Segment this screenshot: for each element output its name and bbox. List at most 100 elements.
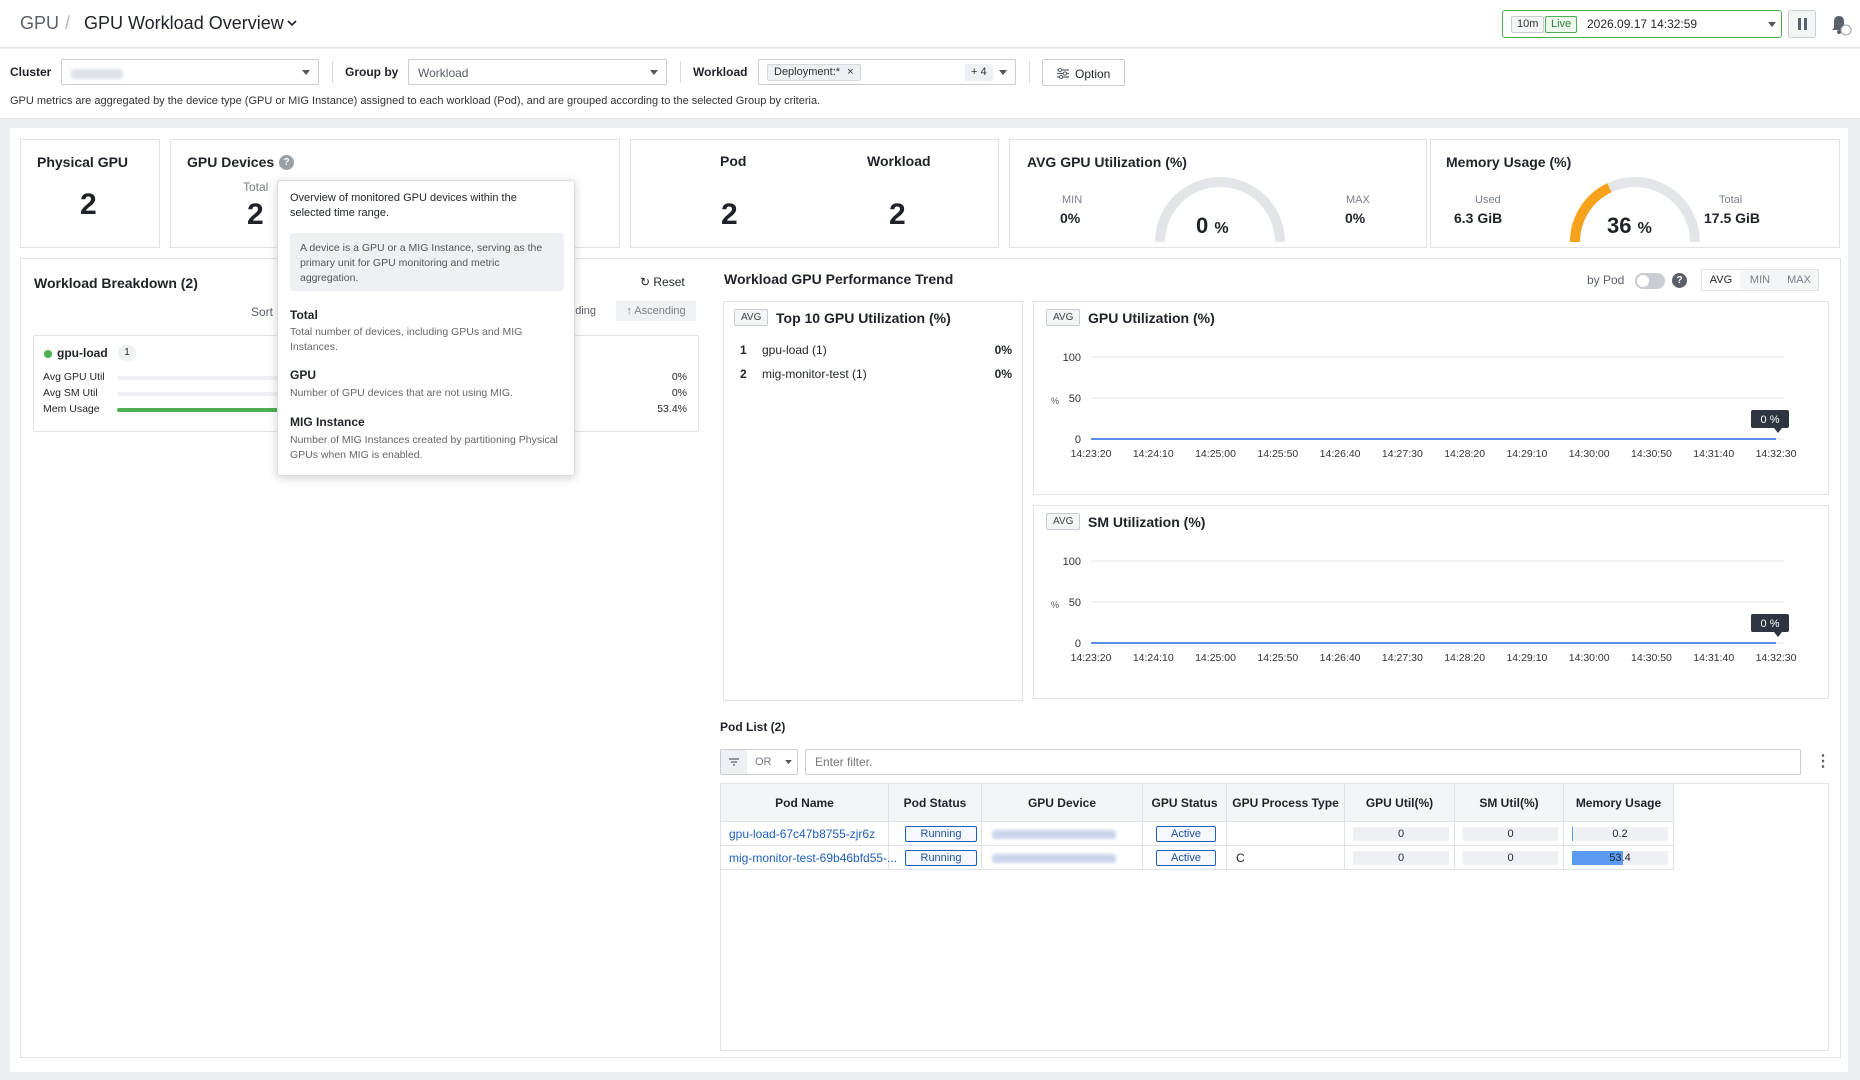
workload-label: Workload bbox=[693, 65, 748, 79]
live-badge[interactable]: Live bbox=[1545, 16, 1578, 33]
workload-chip-label: Deployment:* bbox=[774, 66, 841, 78]
y-tick-label: 0 bbox=[1075, 434, 1081, 446]
filter-operator-select[interactable]: OR bbox=[720, 749, 798, 775]
ascending-button[interactable]: ↑ Ascending bbox=[616, 301, 696, 321]
util-value: 53.4 bbox=[1609, 852, 1631, 864]
column-header[interactable]: GPU Process Type bbox=[1227, 784, 1345, 822]
gpu-util-chart: 100 50 0% 14:23:20 14:24:10 14:25:00 14:25:50 1… bbox=[1051, 352, 1797, 460]
time-range-badge[interactable]: 10m bbox=[1511, 16, 1545, 33]
util-bar-fill bbox=[1572, 827, 1573, 841]
notification-bell-icon[interactable] bbox=[1828, 12, 1852, 36]
column-header[interactable]: SM Util(%) bbox=[1455, 784, 1564, 822]
x-tick-label: 14:30:00 bbox=[1569, 448, 1610, 460]
last-value-label: 0 % bbox=[1761, 414, 1780, 426]
filter-bar: Cluster Group by Workload Workload Deplo… bbox=[0, 49, 1860, 119]
top10-card: AVG Top 10 GPU Utilization (%) 1 gpu-loa… bbox=[723, 301, 1023, 701]
breakdown-item-count: 1 bbox=[118, 345, 136, 361]
workload-chip[interactable]: Deployment:* × bbox=[767, 64, 861, 81]
top10-agg-tag: AVG bbox=[734, 309, 769, 326]
cluster-value-redacted bbox=[71, 68, 123, 82]
cluster-label: Cluster bbox=[10, 65, 52, 79]
sm-util-chart-card: AVG SM Utilization (%) 100 50 0% 14:23:20 14… bbox=[1033, 505, 1829, 699]
workload-more-count[interactable]: + 4 bbox=[965, 64, 993, 81]
performance-trend-panel: Workload GPU Performance Trend by Pod ? … bbox=[711, 258, 1841, 1058]
pod-name-link[interactable]: gpu-load-67c47b8755-zjr6z bbox=[729, 822, 875, 846]
group-by-select[interactable]: Workload bbox=[408, 59, 667, 85]
pod-filter-input[interactable] bbox=[805, 749, 1801, 775]
pod-table: Pod Name Pod Status GPU Device GPU Status GP… bbox=[720, 783, 1829, 1051]
more-options-icon[interactable]: ⋮ bbox=[1815, 751, 1831, 771]
pause-button[interactable] bbox=[1788, 10, 1816, 38]
help-icon[interactable]: ? bbox=[1672, 273, 1687, 288]
top10-name: mig-monitor-test (1) bbox=[762, 367, 867, 381]
x-tick-label: 14:25:50 bbox=[1257, 448, 1298, 460]
table-cell: 0 bbox=[1345, 846, 1455, 870]
workload-label: Workload bbox=[867, 153, 931, 169]
last-value-label: 0 % bbox=[1761, 618, 1780, 630]
cluster-select[interactable] bbox=[61, 59, 319, 85]
column-header[interactable]: GPU Status bbox=[1143, 784, 1227, 822]
avg-gpu-util-card: AVG GPU Utilization (%) MIN 0% MAX 0% 0 … bbox=[1009, 139, 1427, 248]
page-title[interactable]: GPU Workload Overview bbox=[84, 13, 284, 34]
pod-name-link[interactable]: mig-monitor-test-69b46bfd55-... bbox=[729, 846, 897, 870]
y-tick-label: 100 bbox=[1063, 352, 1081, 364]
top10-item[interactable]: 2 mig-monitor-test (1) 0% bbox=[740, 367, 1012, 385]
option-button[interactable]: Option bbox=[1042, 59, 1125, 86]
tab-max[interactable]: MAX bbox=[1780, 270, 1818, 290]
gpu-util-chart-title: GPU Utilization (%) bbox=[1088, 310, 1215, 326]
status-dot bbox=[44, 350, 52, 358]
tooltip-intro: Overview of monitored GPU devices within… bbox=[290, 192, 517, 219]
top10-item[interactable]: 1 gpu-load (1) 0% bbox=[740, 343, 1012, 361]
tooltip-mig-heading: MIG Instance bbox=[290, 415, 365, 429]
by-pod-toggle[interactable] bbox=[1635, 273, 1665, 289]
util-bar: 0 bbox=[1353, 827, 1449, 841]
reset-button[interactable]: ↻ Reset bbox=[640, 275, 685, 289]
agg-tabs: AVG MIN MAX bbox=[1701, 269, 1819, 291]
column-header[interactable]: GPU Util(%) bbox=[1345, 784, 1455, 822]
gpu-status-badge: Active bbox=[1156, 826, 1216, 842]
trend-title: Workload GPU Performance Trend bbox=[724, 271, 954, 287]
pod-value: 2 bbox=[721, 198, 738, 231]
caret-down-icon bbox=[650, 70, 658, 75]
column-header[interactable]: Pod Name bbox=[721, 784, 889, 822]
tab-avg[interactable]: AVG bbox=[1702, 270, 1740, 290]
tab-min[interactable]: MIN bbox=[1741, 270, 1779, 290]
pod-list-title: Pod List (2) bbox=[720, 720, 786, 734]
gpu-device-redacted[interactable] bbox=[992, 854, 1116, 863]
chevron-down-icon[interactable] bbox=[285, 16, 299, 30]
mem-total-label: Total bbox=[1719, 194, 1743, 206]
x-tick-label: 14:30:50 bbox=[1631, 652, 1672, 664]
caret-down-icon bbox=[999, 70, 1007, 75]
toggle-knob bbox=[1637, 275, 1649, 287]
gpu-device-redacted[interactable] bbox=[992, 830, 1116, 839]
workload-value: 2 bbox=[889, 198, 906, 231]
x-tick-label: 14:30:50 bbox=[1631, 448, 1672, 460]
x-tick-label: 14:32:30 bbox=[1756, 448, 1797, 460]
gpu-devices-label: GPU Devices bbox=[187, 154, 275, 170]
sliders-icon bbox=[1057, 68, 1069, 79]
breakdown-item-name[interactable]: gpu-load bbox=[57, 346, 108, 360]
time-range-picker[interactable]: 10m Live 2026.09.17 14:32:59 bbox=[1502, 10, 1782, 38]
x-tick-label: 14:23:20 bbox=[1071, 448, 1112, 460]
caret-down-icon[interactable] bbox=[1768, 22, 1776, 28]
workload-select[interactable]: Deployment:* × + 4 bbox=[758, 59, 1016, 85]
breadcrumb-gpu[interactable]: GPU bbox=[20, 13, 59, 34]
metric-label: Avg SM Util bbox=[43, 387, 98, 399]
divider bbox=[1029, 61, 1030, 83]
top10-value: 0% bbox=[994, 343, 1012, 357]
table-cell: C bbox=[1227, 846, 1345, 870]
ascending-label: Ascending bbox=[634, 305, 686, 317]
table-cell: Running bbox=[889, 822, 982, 846]
table-cell: Running bbox=[889, 846, 982, 870]
column-header[interactable]: Memory Usage bbox=[1564, 784, 1674, 822]
util-value: 0.2 bbox=[1612, 828, 1628, 840]
x-tick-label: 14:23:20 bbox=[1071, 652, 1112, 664]
metric-label: Mem Usage bbox=[43, 403, 100, 415]
top10-value: 0% bbox=[994, 367, 1012, 381]
column-header[interactable]: Pod Status bbox=[889, 784, 982, 822]
help-icon[interactable]: ? bbox=[279, 155, 294, 170]
column-header[interactable]: GPU Device bbox=[982, 784, 1143, 822]
avg-gauge-number: 0 bbox=[1196, 213, 1209, 238]
util-bar: 0.2 bbox=[1572, 827, 1668, 841]
chip-remove-icon[interactable]: × bbox=[847, 66, 853, 78]
